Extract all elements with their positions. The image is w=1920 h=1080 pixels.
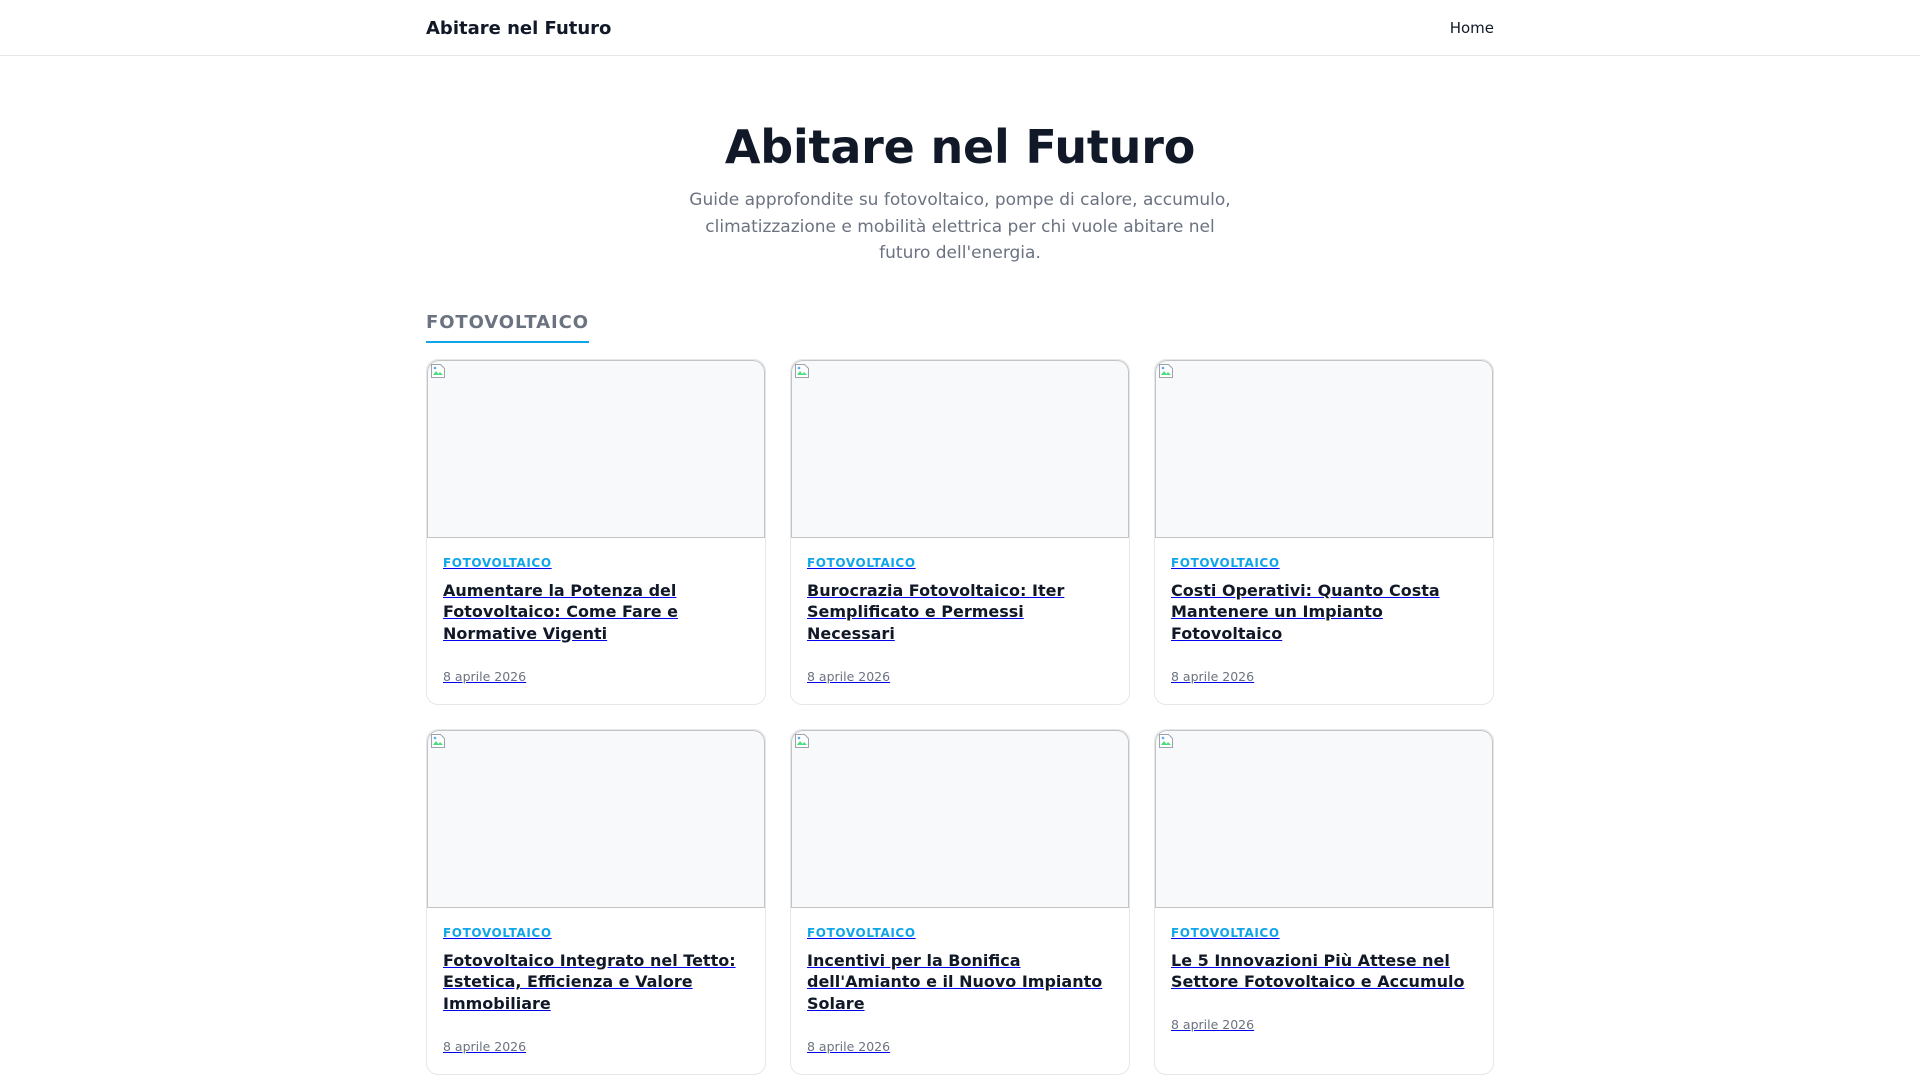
article-image[interactable] (1155, 729, 1493, 908)
article-image[interactable] (1155, 359, 1493, 538)
main-content: FOTOVOLTAICO FOTOVOLTAICO Aumentare la P… (426, 267, 1494, 1075)
card-category: FOTOVOLTAICO (443, 555, 552, 570)
card-category: FOTOVOLTAICO (807, 925, 916, 940)
card-body: FOTOVOLTAICO Costi Operativi: Quanto Cos… (1155, 538, 1493, 704)
card-date: 8 aprile 2026 (807, 1038, 891, 1054)
card-category: FOTOVOLTAICO (807, 555, 916, 570)
article-card[interactable]: FOTOVOLTAICO Le 5 Innovazioni Più Attese… (1154, 728, 1494, 1075)
broken-image-icon (1159, 733, 1173, 748)
card-date: 8 aprile 2026 (1171, 1016, 1255, 1032)
article-card[interactable]: FOTOVOLTAICO Burocrazia Fotovoltaico: It… (790, 358, 1130, 705)
broken-image-icon (795, 363, 809, 378)
card-category: FOTOVOLTAICO (1171, 555, 1280, 570)
card-category: FOTOVOLTAICO (1171, 925, 1280, 940)
broken-image-icon (431, 733, 445, 748)
card-title[interactable]: Incentivi per la Bonifica dell'Amianto e… (807, 950, 1113, 1016)
broken-image-icon (795, 733, 809, 748)
article-image[interactable] (427, 359, 765, 538)
card-title[interactable]: Le 5 Innovazioni Più Attese nel Settore … (1171, 950, 1477, 994)
nav-link-home[interactable]: Home (1450, 18, 1494, 37)
card-category: FOTOVOLTAICO (443, 925, 552, 940)
card-date: 8 aprile 2026 (807, 668, 891, 684)
navbar-inner: Abitare nel Futuro Home (426, 0, 1494, 55)
top-navbar: Abitare nel Futuro Home (0, 0, 1920, 56)
broken-image-icon (431, 363, 445, 378)
article-card[interactable]: FOTOVOLTAICO Costi Operativi: Quanto Cos… (1154, 358, 1494, 705)
article-card[interactable]: FOTOVOLTAICO Aumentare la Potenza del Fo… (426, 358, 766, 705)
broken-image-icon (1159, 363, 1173, 378)
card-body: FOTOVOLTAICO Aumentare la Potenza del Fo… (427, 538, 765, 704)
card-title[interactable]: Costi Operativi: Quanto Costa Mantenere … (1171, 580, 1477, 646)
hero-section: Abitare nel Futuro Guide approfondite su… (0, 56, 1920, 267)
card-title[interactable]: Aumentare la Potenza del Fotovoltaico: C… (443, 580, 749, 646)
card-date: 8 aprile 2026 (443, 1038, 527, 1054)
page-subtitle: Guide approfondite su fotovoltaico, pomp… (689, 190, 1231, 264)
article-image[interactable] (791, 729, 1129, 908)
brand-logo-link[interactable]: Abitare nel Futuro (426, 17, 611, 39)
page-title: Abitare nel Futuro (724, 120, 1196, 174)
card-body: FOTOVOLTAICO Burocrazia Fotovoltaico: It… (791, 538, 1129, 704)
article-card[interactable]: FOTOVOLTAICO Fotovoltaico Integrato nel … (426, 728, 766, 1075)
card-body: FOTOVOLTAICO Incentivi per la Bonifica d… (791, 908, 1129, 1074)
card-body: FOTOVOLTAICO Le 5 Innovazioni Più Attese… (1155, 908, 1493, 1074)
card-title[interactable]: Fotovoltaico Integrato nel Tetto: Esteti… (443, 950, 749, 1016)
article-card[interactable]: FOTOVOLTAICO Incentivi per la Bonifica d… (790, 728, 1130, 1075)
article-grid: FOTOVOLTAICO Aumentare la Potenza del Fo… (426, 358, 1494, 1075)
card-date: 8 aprile 2026 (1171, 668, 1255, 684)
card-date: 8 aprile 2026 (443, 668, 527, 684)
article-image[interactable] (791, 359, 1129, 538)
card-title[interactable]: Burocrazia Fotovoltaico: Iter Semplifica… (807, 580, 1113, 646)
article-image[interactable] (427, 729, 765, 908)
card-body: FOTOVOLTAICO Fotovoltaico Integrato nel … (427, 908, 765, 1074)
section-title: FOTOVOLTAICO (426, 312, 589, 343)
